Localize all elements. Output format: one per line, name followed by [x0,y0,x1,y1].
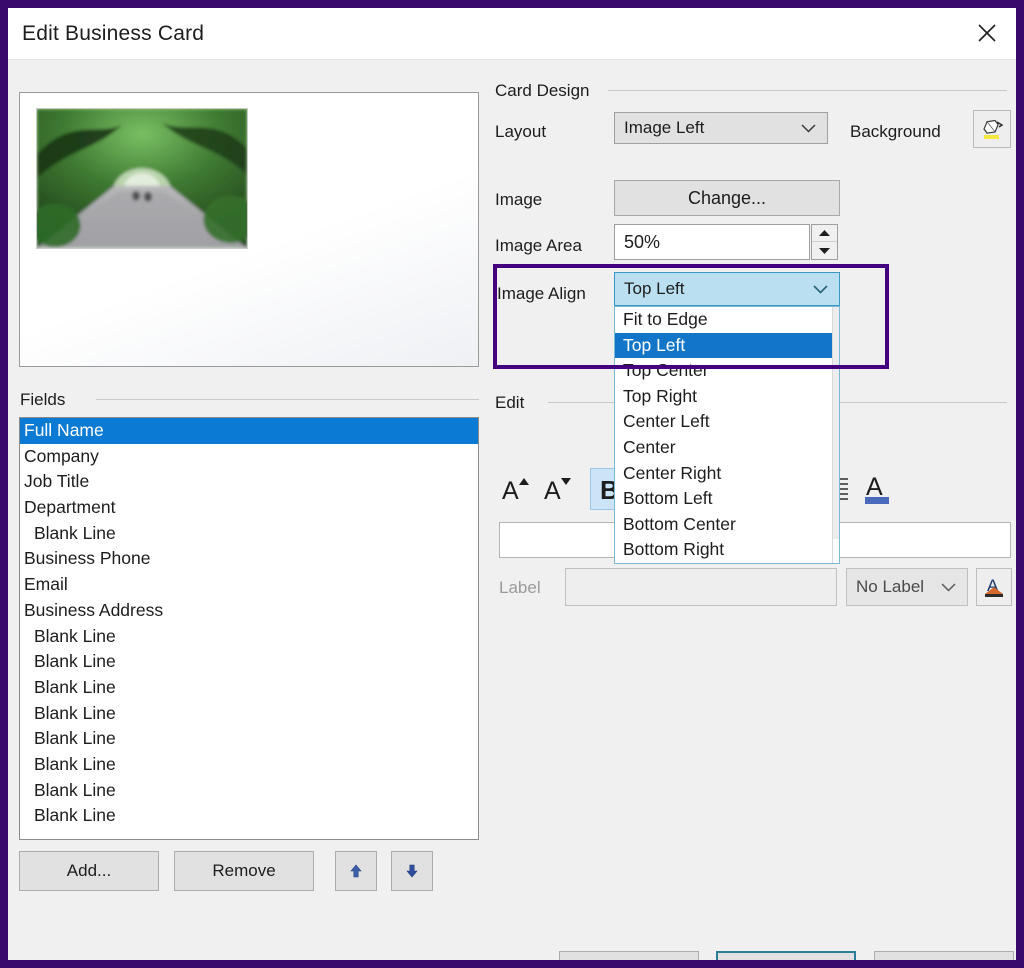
move-field-up-button[interactable] [335,851,377,891]
image-label: Image [495,190,543,209]
list-item[interactable]: Blank Line [20,803,478,829]
cancel-button[interactable]: Cancel [874,951,1014,960]
list-item[interactable]: Job Title [20,469,478,495]
chevron-down-icon [941,577,956,597]
remove-field-button[interactable]: Remove [174,851,314,891]
preview-image [36,108,248,249]
chevron-down-icon [801,118,816,138]
list-item[interactable]: Blank Line [20,778,478,804]
grow-font-icon[interactable]: A [498,468,536,510]
list-item[interactable]: Blank Line [20,521,478,547]
edit-group-caption: Edit [495,393,533,413]
label-color-icon: A [985,576,1003,597]
shrink-font-icon[interactable]: A [540,468,578,510]
svg-text:A: A [866,473,883,501]
list-item[interactable]: Full Name [20,418,478,444]
list-item[interactable]: Business Phone [20,546,478,572]
list-item[interactable]: Blank Line [20,752,478,778]
list-item[interactable]: Blank Line [20,675,478,701]
close-icon[interactable] [964,10,1010,56]
label-position-combobox[interactable]: No Label [846,568,968,606]
dropdown-option[interactable]: Center [615,435,839,461]
image-align-dropdown-list[interactable]: Fit to Edge Top Left Top Center Top Right Ce… [614,306,840,564]
dialog-body: Fields Full Name Company Job Title Departme… [8,60,1016,960]
dialog-title: Edit Business Card [22,22,205,45]
image-align-value: Top Left [624,279,685,298]
list-item[interactable]: Blank Line [20,624,478,650]
label-input[interactable] [565,568,837,606]
dropdown-option[interactable]: Fit to Edge [615,307,839,333]
label-field-label: Label [499,578,541,597]
dropdown-option[interactable]: Center Left [615,409,839,435]
dropdown-option[interactable]: Bottom Left [615,486,839,512]
svg-text:A: A [502,477,519,504]
move-field-down-button[interactable] [391,851,433,891]
list-item[interactable]: Business Address [20,598,478,624]
card-design-caption: Card Design [495,81,598,101]
layout-label: Layout [495,122,547,141]
image-align-label: Image Align [497,284,586,303]
background-label: Background [850,122,941,141]
dropdown-option[interactable]: Top Right [615,384,839,410]
list-item[interactable]: Blank Line [20,649,478,675]
arrow-up-icon [350,864,362,878]
svg-text:A: A [544,477,561,504]
arrow-down-icon [406,864,418,878]
chevron-down-icon [813,279,828,299]
dropdown-scrollbar[interactable] [832,307,839,563]
dropdown-option[interactable]: Bottom Right [615,537,839,563]
label-color-button[interactable]: A [976,568,1012,606]
list-item[interactable]: Email [20,572,478,598]
spinner-up-icon[interactable] [812,225,837,242]
layout-combobox[interactable]: Image Left [614,112,828,144]
ok-button[interactable]: OK [716,951,856,960]
dialog-titlebar: Edit Business Card [8,8,1016,60]
label-position-value: No Label [856,577,925,596]
dropdown-option[interactable]: Bottom Center [615,512,839,538]
dropdown-option[interactable]: Top Left [615,332,839,359]
image-align-combobox[interactable]: Top Left [614,272,840,306]
list-item[interactable]: Blank Line [20,701,478,727]
change-image-button[interactable]: Change... [614,180,840,216]
dropdown-scroll-thumb[interactable] [833,307,839,539]
dropdown-option[interactable]: Center Right [615,461,839,487]
font-color-icon[interactable]: A [858,468,896,510]
fields-group-caption: Fields [20,390,74,410]
paint-bucket-icon [983,119,1004,139]
list-item[interactable]: Blank Line [20,726,478,752]
add-field-button[interactable]: Add... [19,851,159,891]
edit-business-card-dialog: Edit Business Card Fields Full Name Comp… [8,8,1016,960]
dropdown-option[interactable]: Top Center [615,358,839,384]
list-item[interactable]: Company [20,444,478,470]
image-area-input[interactable]: 50% [614,224,810,260]
reset-card-button[interactable]: Reset Card [559,951,699,960]
list-item[interactable]: Department [20,495,478,521]
card-design-rule [608,90,1007,91]
fields-group-rule [96,399,479,400]
image-area-label: Image Area [495,236,582,255]
spinner-down-icon[interactable] [812,242,837,259]
image-area-stepper[interactable] [811,224,838,260]
layout-value: Image Left [624,118,705,137]
card-preview [19,92,479,367]
fields-listbox[interactable]: Full Name Company Job Title Department Blank… [19,417,479,840]
background-color-button[interactable] [973,110,1011,148]
